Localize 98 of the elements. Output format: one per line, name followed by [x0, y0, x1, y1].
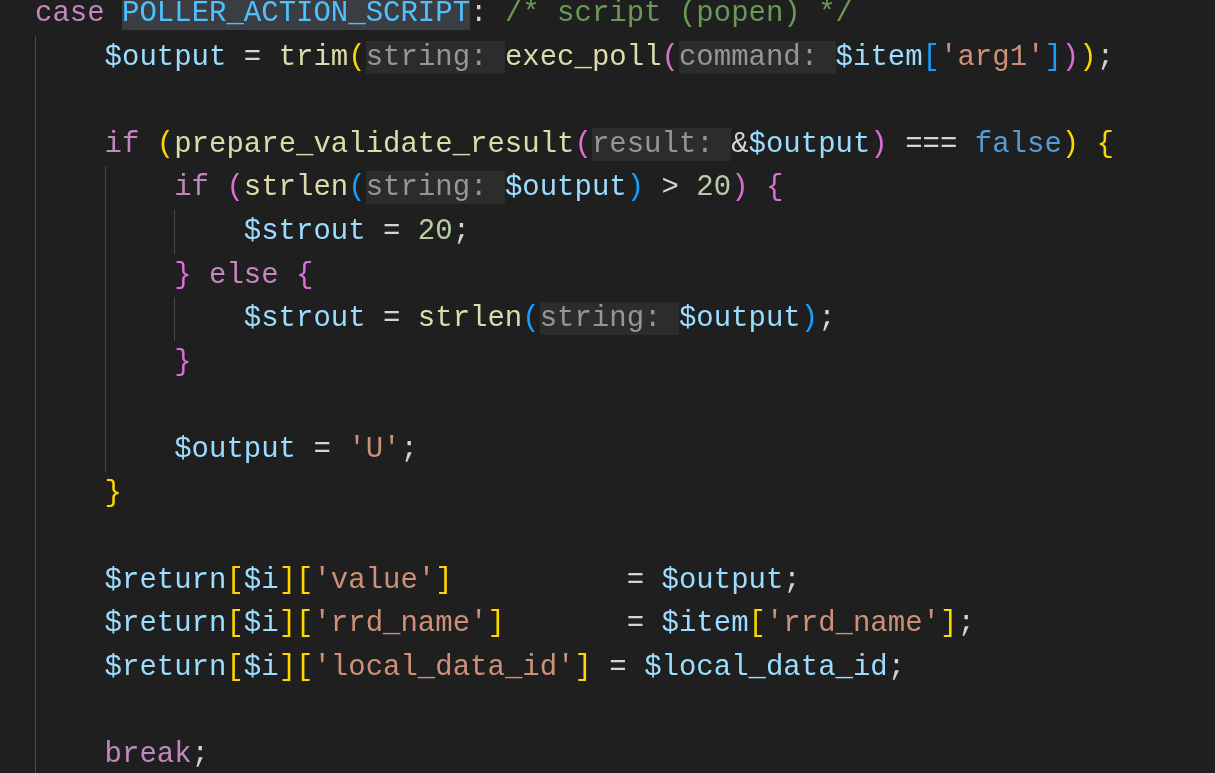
- variable: $output: [174, 432, 296, 466]
- bracket: ): [1079, 40, 1097, 74]
- variable: $output: [661, 563, 784, 597]
- keyword: case: [35, 0, 106, 30]
- punctuation: ;: [400, 432, 418, 466]
- punctuation: ;: [957, 607, 975, 641]
- bracket: {: [296, 258, 314, 292]
- bracket: [: [922, 40, 940, 74]
- punctuation: >: [660, 171, 680, 205]
- bracket: ]: [1044, 40, 1062, 74]
- keyword: else: [209, 258, 280, 292]
- bracket: (: [522, 302, 540, 336]
- variable: $return: [104, 563, 227, 597]
- comment: /* script (popen) */: [504, 0, 853, 30]
- inlay-hint: string:: [365, 40, 505, 74]
- punctuation: ===: [904, 127, 959, 161]
- variable: $strout: [243, 302, 366, 336]
- function-name: trim: [278, 40, 349, 74]
- punctuation: =: [242, 40, 263, 74]
- bracket: (: [156, 127, 175, 161]
- constant: POLLER_ACTION_SCRIPT: [122, 0, 471, 30]
- bracket: ]: [940, 607, 958, 641]
- string-literal: 'value': [313, 563, 436, 597]
- punctuation: ;: [818, 302, 836, 336]
- punctuation: &: [731, 127, 749, 161]
- variable: $return: [104, 607, 227, 641]
- bracket: {: [765, 171, 784, 205]
- punctuation: ;: [452, 214, 471, 248]
- variable: $item: [661, 607, 749, 641]
- inlay-hint: string:: [365, 171, 505, 205]
- bracket: ): [870, 127, 888, 161]
- variable: $i: [243, 607, 279, 641]
- bracket: ): [1061, 127, 1081, 161]
- variable: $output: [748, 127, 871, 161]
- variable: $output: [504, 171, 627, 205]
- string-literal: 'U': [348, 432, 401, 466]
- bracket: (: [574, 127, 592, 161]
- bracket: ): [731, 171, 750, 205]
- string-literal: 'rrd_name': [765, 607, 940, 641]
- variable: $output: [104, 40, 227, 74]
- bracket: ): [626, 171, 645, 205]
- number-literal: 20: [696, 171, 732, 205]
- bracket: }: [174, 345, 192, 379]
- punctuation: =: [382, 302, 402, 336]
- boolean-literal: false: [974, 127, 1062, 161]
- punctuation: =: [625, 607, 646, 641]
- bracket: ): [1061, 40, 1080, 74]
- variable: $i: [243, 650, 279, 684]
- string-literal: 'rrd_name': [313, 607, 488, 641]
- bracket: (: [661, 40, 679, 74]
- bracket: [: [296, 563, 314, 597]
- function-name: exec_poll: [504, 40, 662, 74]
- bracket: }: [174, 258, 193, 292]
- bracket: [: [748, 607, 766, 641]
- bracket: [: [226, 650, 244, 684]
- punctuation: ;: [1096, 40, 1115, 74]
- punctuation: ;: [191, 738, 209, 772]
- bracket: ): [800, 302, 819, 336]
- bracket: {: [1096, 127, 1114, 161]
- string-literal: 'arg1': [940, 40, 1045, 74]
- variable: $return: [104, 650, 227, 684]
- punctuation: =: [382, 214, 402, 248]
- punctuation: =: [312, 432, 332, 466]
- function-name: prepare_validate_result: [174, 127, 575, 161]
- inlay-hint: string:: [539, 302, 679, 336]
- keyword: if: [104, 127, 141, 161]
- inlay-hint: result:: [591, 127, 732, 161]
- punctuation: ;: [887, 650, 906, 684]
- variable: $item: [835, 40, 923, 74]
- string-literal: 'local_data_id': [313, 650, 575, 684]
- bracket: [: [226, 607, 244, 641]
- punctuation: =: [608, 650, 628, 684]
- bracket: }: [104, 476, 122, 510]
- bracket: [: [296, 650, 314, 684]
- number-literal: 20: [417, 214, 453, 248]
- function-name: strlen: [243, 171, 349, 205]
- punctuation: =: [625, 563, 646, 597]
- bracket: ]: [574, 650, 592, 684]
- bracket: (: [226, 171, 244, 205]
- bracket: (: [348, 171, 366, 205]
- variable: $strout: [243, 214, 366, 248]
- punctuation: :: [470, 0, 489, 30]
- variable: $local_data_id: [644, 650, 888, 684]
- bracket: [: [226, 563, 244, 597]
- bracket: ]: [278, 650, 297, 684]
- bracket: ]: [278, 607, 297, 641]
- inlay-hint: command:: [678, 40, 836, 74]
- keyword: if: [174, 171, 210, 205]
- variable: $output: [678, 302, 801, 336]
- variable: $i: [243, 563, 279, 597]
- function-name: strlen: [417, 302, 523, 336]
- punctuation: ;: [783, 563, 801, 597]
- bracket: ]: [435, 563, 453, 597]
- bracket: ]: [278, 563, 297, 597]
- keyword: break: [104, 738, 192, 772]
- bracket: (: [348, 40, 366, 74]
- bracket: [: [296, 607, 314, 641]
- bracket: ]: [487, 607, 505, 641]
